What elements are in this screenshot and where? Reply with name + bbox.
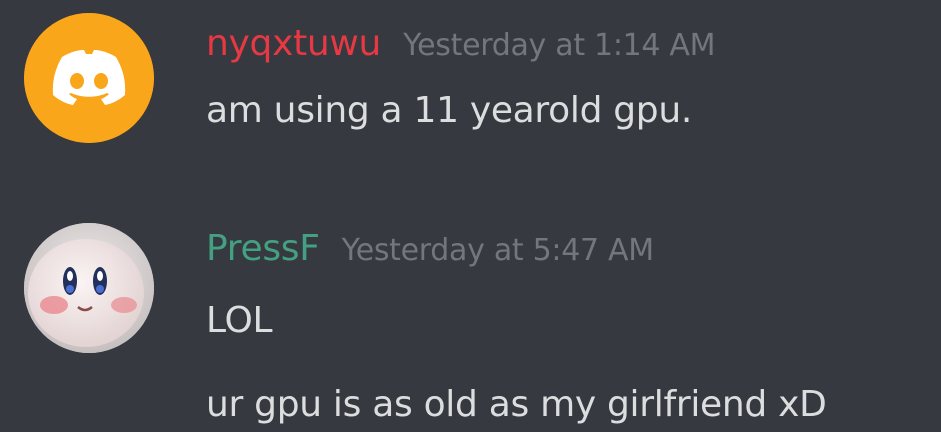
message-text: am using a 11 yearold gpu. xyxy=(206,90,693,131)
message-group: nyqxtuwu Yesterday at 1:14 AM am using a … xyxy=(0,0,941,190)
chat-messages: nyqxtuwu Yesterday at 1:14 AM am using a … xyxy=(0,0,941,432)
username[interactable]: nyqxtuwu xyxy=(206,23,381,64)
message-text: LOL xyxy=(206,300,273,341)
timestamp[interactable]: Yesterday at 5:47 AM xyxy=(342,233,654,268)
message-group: PressF Yesterday at 5:47 AM LOL ur gpu is… xyxy=(0,190,941,432)
avatar[interactable] xyxy=(24,13,154,143)
username[interactable]: PressF xyxy=(206,228,320,269)
message-text: ur gpu is as old as my girlfriend xD xyxy=(206,384,827,425)
avatar[interactable] xyxy=(24,223,154,353)
message-header: PressF Yesterday at 5:47 AM xyxy=(206,231,654,267)
message-header: nyqxtuwu Yesterday at 1:14 AM xyxy=(206,23,716,64)
kirby-plush-photo-icon xyxy=(24,223,154,353)
discord-logo-icon xyxy=(24,13,154,143)
timestamp[interactable]: Yesterday at 1:14 AM xyxy=(403,28,715,63)
